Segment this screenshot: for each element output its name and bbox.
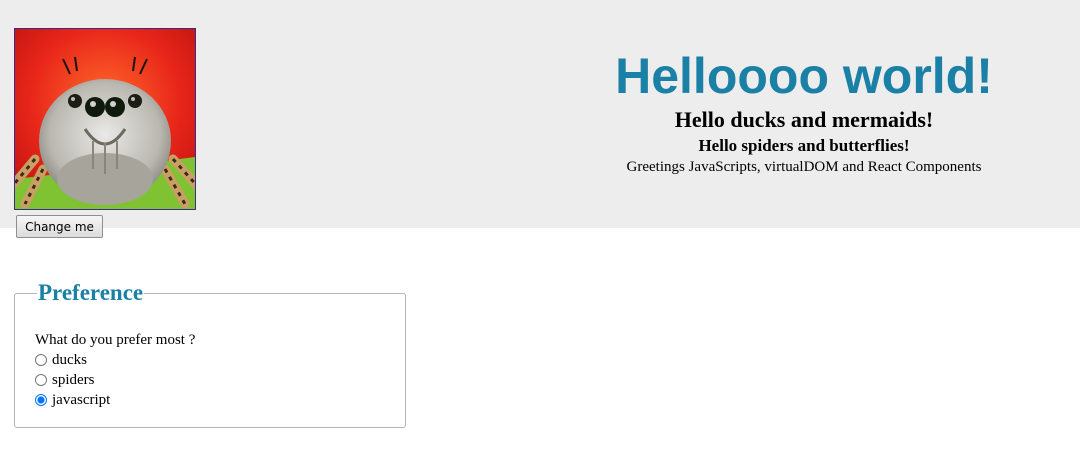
subtitle: Hello ducks and mermaids! bbox=[674, 107, 934, 132]
radio-spiders[interactable] bbox=[35, 374, 47, 386]
change-me-button[interactable]: Change me bbox=[16, 215, 103, 238]
option-spiders[interactable]: spiders bbox=[35, 370, 385, 390]
sub-subtitle: Hello spiders and butterflies! bbox=[698, 136, 910, 155]
preference-legend: Preference bbox=[38, 280, 144, 305]
preference-fieldset: Preference What do you prefer most ? duc… bbox=[14, 280, 406, 428]
option-javascript-label: javascript bbox=[52, 391, 111, 408]
option-ducks-label: ducks bbox=[52, 351, 87, 368]
option-spiders-label: spiders bbox=[52, 371, 95, 388]
spider-photo bbox=[14, 28, 196, 210]
option-javascript[interactable]: javascript bbox=[35, 390, 385, 410]
spider-image-icon bbox=[15, 29, 195, 209]
header: Change me Helloooo world! Hello ducks an… bbox=[0, 0, 1080, 238]
radio-ducks[interactable] bbox=[35, 354, 47, 366]
preference-question: What do you prefer most ? bbox=[35, 332, 196, 348]
greeting-block: Helloooo world! Hello ducks and mermaids… bbox=[554, 46, 1054, 176]
radio-javascript[interactable] bbox=[35, 394, 47, 406]
tagline: Greetings JavaScripts, virtualDOM and Re… bbox=[626, 159, 982, 175]
option-ducks[interactable]: ducks bbox=[35, 350, 385, 370]
page-title: Helloooo world! bbox=[615, 48, 993, 104]
